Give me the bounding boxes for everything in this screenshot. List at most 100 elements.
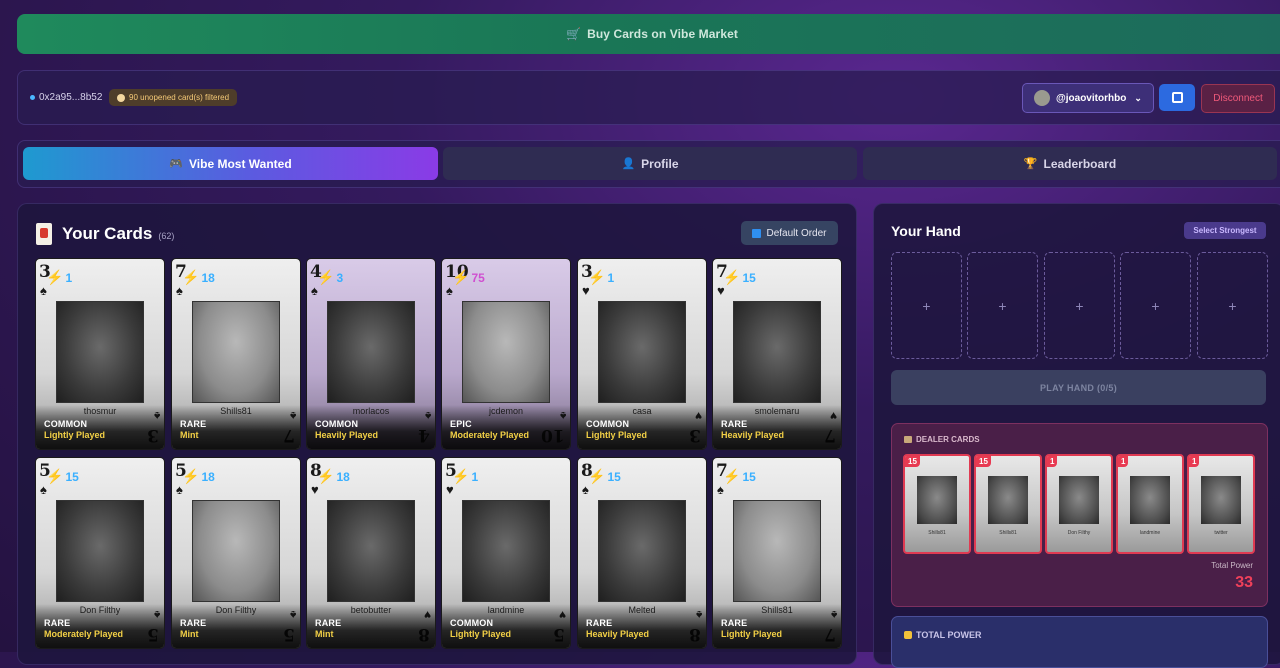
bolt-icon: ⚡ [723,269,741,285]
owned-card[interactable]: 7♥⚡15smolemaru♥7RAREHeavily Played [712,258,842,450]
bolt-icon: ⚡ [723,468,741,484]
dealer-card-name: twitter [1214,530,1228,536]
card-rarity: COMMON [44,419,88,429]
hand-slot[interactable]: + [1120,252,1191,359]
tab-profile[interactable]: 👤 Profile [443,147,857,180]
card-power: ⚡ 1 [452,468,478,485]
owned-card[interactable]: 5♥⚡1landmine♥5COMMONLightly Played [441,457,571,649]
card-rarity: RARE [586,618,613,628]
user-menu-button[interactable]: @joaovitorhbo ⌄ [1022,83,1154,113]
card-artwork [327,500,415,602]
card-power: ⚡ 3 [317,269,343,286]
tab-vibe-most-wanted[interactable]: 🎮 Vibe Most Wanted [23,147,438,180]
bolt-icon: ⚡ [588,468,606,484]
owned-card[interactable]: 7♠⚡18Shills81♠7RAREMint [171,258,301,450]
owned-card[interactable]: 8♠⚡15Melted♠8RAREHeavily Played [577,457,707,649]
dealer-title: DEALER CARDS [904,435,980,444]
bolt-icon: ⚡ [588,269,606,285]
dealer-card: 1 Don Filthy [1045,454,1113,554]
dealer-title-text: DEALER CARDS [916,435,980,444]
card-condition: Moderately Played [450,430,530,440]
dealer-card-power: 15 [905,456,920,467]
card-power-value: 15 [607,469,621,484]
card-rarity: RARE [721,618,748,628]
card-artwork [733,500,821,602]
dealer-card-artwork [988,476,1028,524]
card-condition: Mint [315,629,334,639]
order-label: Default Order [766,227,827,239]
default-order-button[interactable]: Default Order [741,221,838,245]
card-rarity: COMMON [586,419,630,429]
tab-label: Leaderboard [1043,156,1117,171]
card-power: ⚡ 18 [182,269,215,286]
card-condition: Lightly Played [586,430,648,440]
hand-slot[interactable]: + [1197,252,1268,359]
card-power-value: 75 [471,270,485,285]
dealer-card-name: Don Filthy [1067,530,1091,536]
owned-card[interactable]: 3♠⚡1thosmur♠3COMMONLightly Played [35,258,165,450]
bolt-icon: ⚡ [182,468,200,484]
total-power-title: TOTAL POWER [904,630,982,640]
owned-card[interactable]: 3♥⚡1casa♥3COMMONLightly Played [577,258,707,450]
dealer-card-name: Shills81 [999,530,1017,536]
card-condition: Heavily Played [315,430,379,440]
wallet-address-text: 0x2a95...8b52 [39,92,103,103]
owned-card[interactable]: 5♠⚡15Don Filthy♠5RAREModerately Played [35,457,165,649]
card-condition: Heavily Played [586,629,650,639]
owned-card[interactable]: 10♠⚡75jcdemon♠10EPICModerately Played [441,258,571,450]
card-rarity: RARE [180,618,207,628]
hand-slot[interactable]: + [891,252,962,359]
card-artwork [192,500,280,602]
card-condition: Moderately Played [44,629,124,639]
buy-cards-label: Buy Cards on Vibe Market [587,27,738,41]
tab-label: Vibe Most Wanted [189,156,292,171]
bolt-icon: ⚡ [46,468,64,484]
card-power: ⚡ 15 [723,269,756,286]
play-hand-button[interactable]: PLAY HAND (0/5) [891,370,1266,405]
owned-card[interactable]: 5♠⚡18Don Filthy♠5RAREMint [171,457,301,649]
card-power: ⚡ 1 [46,269,72,286]
hand-slot[interactable]: + [967,252,1038,359]
book-icon [904,436,912,443]
dealer-card-power: 15 [976,456,991,467]
bolt-icon: ⚡ [317,468,335,484]
dealer-card: 1 twitter [1187,454,1255,554]
dealer-card-artwork [917,476,957,524]
dealer-card-power: 1 [1047,456,1058,467]
card-pack-icon [117,93,125,102]
card-power-value: 1 [471,469,479,484]
card-power: ⚡ 15 [46,468,79,485]
hand-slot[interactable]: + [1044,252,1115,359]
dealer-card: 1 landmine [1116,454,1184,554]
sort-icon [752,228,762,238]
card-power: ⚡ 15 [723,468,756,485]
select-strongest-button[interactable]: Select Strongest [1184,222,1266,239]
card-power: ⚡ 18 [317,468,350,485]
main-tabs: 🎮 Vibe Most Wanted 👤 Profile 🏆 Leaderboa… [17,140,1280,188]
total-power-panel: TOTAL POWER [891,616,1268,668]
owned-card[interactable]: 7♠⚡15Shills81♠7RARELightly Played [712,457,842,649]
card-power-value: 18 [336,469,350,484]
owned-card[interactable]: 8♥⚡18betobutter♥8RAREMint [306,457,436,649]
hand-title: Your Hand [891,223,961,239]
card-artwork [733,301,821,403]
dealer-card-name: Shills81 [928,530,946,536]
card-power: ⚡ 1 [588,269,614,286]
tab-leaderboard[interactable]: 🏆 Leaderboard [863,147,1277,180]
wallet-connector-button[interactable] [1159,84,1195,111]
user-icon: 👤 [621,158,636,170]
card-power: ⚡ 18 [182,468,215,485]
dealer-card-artwork [1130,476,1170,524]
card-power: ⚡ 15 [588,468,621,485]
card-artwork [56,500,144,602]
card-artwork [598,301,686,403]
card-artwork [56,301,144,403]
card-rarity: COMMON [450,618,494,628]
dealer-card: 15 Shills81 [974,454,1042,554]
owned-card[interactable]: 4♠⚡3morlacos♠4COMMONHeavily Played [306,258,436,450]
card-condition: Mint [180,629,199,639]
buy-cards-button[interactable]: 🛒 Buy Cards on Vibe Market [17,14,1280,54]
chevron-down-icon: ⌄ [1134,92,1142,103]
disconnect-button[interactable]: Disconnect [1201,84,1275,113]
total-power-value: 33 [1235,574,1253,591]
